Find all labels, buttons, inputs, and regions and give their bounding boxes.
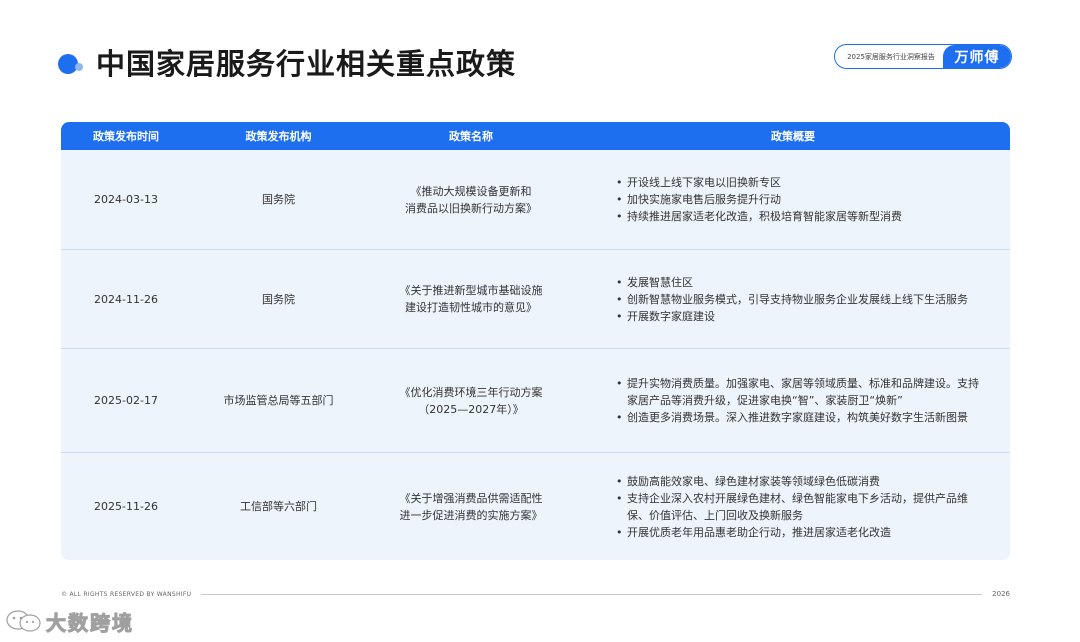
- footer-year: 2026: [992, 590, 1010, 598]
- policy-date: 2024-11-26: [94, 292, 158, 306]
- summary-item: 支持企业深入农村开展绿色建材、绿色智能家电下乡活动，提供产品维保、价值评估、上门…: [616, 490, 986, 524]
- summary-item: 开展优质老年用品惠老助企行动，推进居家适老化改造: [616, 524, 986, 541]
- policy-agency: 工信部等六部门: [240, 500, 317, 513]
- policy-summary: 开设线上线下家电以旧换新专区 加快实施家电售后服务提升行动 持续推进居家适老化改…: [576, 174, 1010, 225]
- summary-item: 鼓励高能效家电、绿色建材家装等领域绿色低碳消费: [616, 473, 986, 490]
- policy-summary: 发展智慧住区 创新智慧物业服务模式，引导支持物业服务企业发展线上线下生活服务 开…: [576, 274, 1010, 325]
- summary-item: 创造更多消费场景。深入推进数字家庭建设，构筑美好数字生活新图景: [616, 409, 986, 426]
- policy-agency: 国务院: [262, 193, 295, 206]
- column-header-agency: 政策发布机构: [245, 130, 312, 143]
- summary-item: 提升实物消费质量。加强家电、家居等领域质量、标准和品牌建设。支持家居产品等消费升…: [616, 375, 986, 409]
- policy-name: 《优化消费环境三年行动方案 （2025—2027年）》: [399, 385, 543, 416]
- brand-badge: 2025家居服务行业洞察报告 万师傅: [834, 44, 1012, 69]
- footer-divider: [201, 593, 983, 595]
- column-header-date: 政策发布时间: [93, 130, 159, 143]
- table-row: 2024-11-26 国务院 《关于推进新型城市基础设施 建设打造韧性城市的意见…: [61, 250, 1010, 349]
- policy-summary: 鼓励高能效家电、绿色建材家装等领域绿色低碳消费 支持企业深入农村开展绿色建材、绿…: [576, 473, 1010, 541]
- column-header-name: 政策名称: [449, 130, 493, 143]
- summary-item: 发展智慧住区: [616, 274, 986, 291]
- page-title: 中国家居服务行业相关重点政策: [96, 47, 517, 81]
- table-header: 政策发布时间 政策发布机构 政策名称 政策概要: [61, 122, 1010, 150]
- page-header: 中国家居服务行业相关重点政策: [58, 44, 516, 84]
- policy-name: 《推动大规模设备更新和 消费品以旧换新行动方案》: [405, 184, 537, 215]
- policy-name: 《关于推进新型城市基础设施 建设打造韧性城市的意见》: [399, 284, 543, 314]
- table-row: 2024-03-13 国务院 《推动大规模设备更新和 消费品以旧换新行动方案》 …: [61, 150, 1010, 250]
- title-dot-icon: [58, 52, 83, 76]
- table-row: 2025-11-26 工信部等六部门 《关于增强消费品供需适配性 进一步促进消费…: [61, 453, 1010, 560]
- policy-name: 《关于增强消费品供需适配性 进一步促进消费的实施方案》: [399, 491, 543, 522]
- policy-agency: 国务院: [262, 292, 295, 306]
- wechat-bubble-icon: [6, 610, 41, 632]
- watermark: 大数跨境: [4, 606, 134, 636]
- policy-table: 政策发布时间 政策发布机构 政策名称 政策概要 2024-03-13 国务院 《…: [61, 122, 1010, 560]
- summary-item: 开设线上线下家电以旧换新专区: [616, 174, 986, 191]
- column-header-summary: 政策概要: [771, 130, 815, 143]
- summary-item: 开展数字家庭建设: [616, 308, 986, 325]
- watermark-text: 大数跨境: [46, 610, 134, 635]
- summary-item: 创新智慧物业服务模式，引导支持物业服务企业发展线上线下生活服务: [616, 291, 986, 308]
- brand-logo: 万师傅: [943, 45, 1011, 68]
- policy-date: 2024-03-13: [94, 193, 158, 206]
- summary-item: 加快实施家电售后服务提升行动: [616, 191, 986, 208]
- table-row: 2025-02-17 市场监管总局等五部门 《优化消费环境三年行动方案 （202…: [61, 349, 1010, 453]
- policy-summary: 提升实物消费质量。加强家电、家居等领域质量、标准和品牌建设。支持家居产品等消费升…: [576, 375, 1010, 426]
- page-footer: © ALL RIGHTS RESERVED BY WANSHIFU 2026: [61, 588, 1010, 600]
- policy-date: 2025-11-26: [94, 500, 158, 513]
- report-name: 2025家居服务行业洞察报告: [847, 52, 935, 61]
- policy-agency: 市场监管总局等五部门: [223, 394, 334, 407]
- policy-date: 2025-02-17: [94, 394, 158, 407]
- footer-copyright: © ALL RIGHTS RESERVED BY WANSHIFU: [61, 590, 192, 598]
- summary-item: 持续推进居家适老化改造，积极培育智能家居等新型消费: [616, 208, 986, 225]
